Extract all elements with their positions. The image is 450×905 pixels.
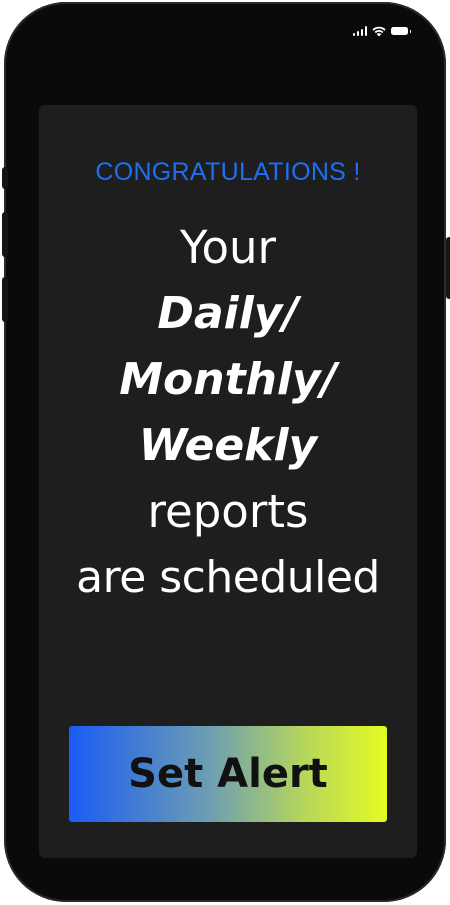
message-line-daily: Daily/ [157,288,299,339]
signal-icon [352,26,367,36]
message-line-weekly: Weekly [138,420,318,471]
confirmation-card: CONGRATULATIONS ! Your Daily/ Monthly/ W… [39,105,417,858]
mute-switch [2,167,8,189]
power-button [446,237,450,299]
battery-icon [391,27,411,35]
status-bar [352,24,411,38]
message-line-scheduled: are scheduled [76,552,380,603]
message-line-your: Your [179,221,277,274]
congratulations-heading: CONGRATULATIONS ! [95,158,361,186]
schedule-message: Your Daily/ Monthly/ Weekly reports are … [39,215,417,611]
set-alert-label: Set Alert [128,751,328,797]
message-line-monthly: Monthly/ [119,354,337,405]
volume-down-button [2,277,8,322]
volume-up-button [2,212,8,257]
message-line-reports: reports [147,485,309,538]
set-alert-button[interactable]: Set Alert [69,726,387,822]
wifi-icon [372,26,386,36]
